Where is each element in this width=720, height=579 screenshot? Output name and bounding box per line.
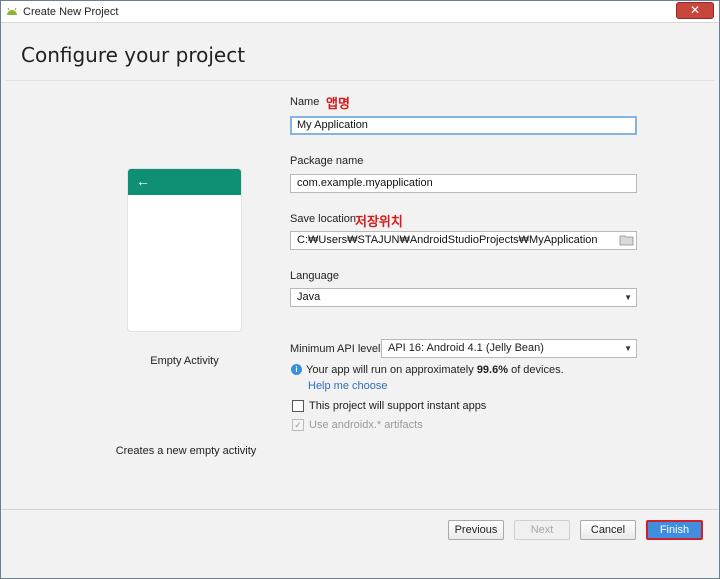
close-button[interactable]: ✕ (676, 2, 714, 19)
template-description: Creates a new empty activity (115, 445, 257, 457)
name-annotation: 앱명 (326, 97, 350, 112)
title-bar: Create New Project ✕ (1, 1, 719, 23)
package-name-label: Package name (290, 155, 364, 167)
info-icon: i (291, 364, 302, 375)
coverage-prefix: Your app will run on approximately (306, 364, 477, 376)
template-preview: ← (127, 168, 242, 332)
min-api-value: API 16: Android 4.1 (Jelly Bean) (388, 342, 544, 354)
androidx-checkbox: ✓ (292, 419, 304, 431)
close-icon: ✕ (689, 3, 701, 17)
androidx-label: Use androidx.* artifacts (309, 419, 423, 431)
template-name: Empty Activity (150, 355, 219, 367)
finish-button[interactable]: Finish (646, 520, 703, 540)
package-name-field[interactable]: com.example.myapplication (290, 174, 637, 193)
instant-apps-label: This project will support instant apps (309, 400, 487, 412)
dialog-window: Create New Project ✕ Configure your proj… (0, 0, 720, 579)
name-label: Name (290, 96, 320, 108)
coverage-suffix: of devices. (508, 364, 564, 376)
folder-icon[interactable] (619, 234, 634, 246)
preview-app-bar: ← (128, 169, 241, 195)
cancel-button[interactable]: Cancel (580, 520, 636, 540)
save-location-annotation: 저장위치 (355, 215, 403, 230)
help-me-choose-link[interactable]: Help me choose (308, 380, 388, 392)
min-api-label: Minimum API level (290, 343, 381, 355)
save-location-value: C:₩Users₩STAJUN₩AndroidStudioProjects₩My… (297, 234, 598, 246)
window-title: Create New Project (23, 6, 119, 18)
language-label: Language (290, 270, 339, 282)
device-coverage-text: Your app will run on approximately 99.6%… (306, 364, 564, 376)
min-api-select[interactable]: API 16: Android 4.1 (Jelly Bean) ▼ (381, 339, 637, 358)
chevron-down-icon: ▼ (624, 344, 632, 353)
back-arrow-icon: ← (136, 173, 150, 189)
save-location-field[interactable]: C:₩Users₩STAJUN₩AndroidStudioProjects₩My… (290, 231, 637, 250)
android-icon (7, 7, 17, 15)
save-location-label: Save location (290, 213, 357, 225)
previous-button[interactable]: Previous (448, 520, 504, 540)
coverage-percent: 99.6% (476, 364, 509, 376)
page-title: Configure your project (21, 43, 246, 67)
language-value: Java (297, 291, 321, 303)
instant-apps-checkbox[interactable] (292, 400, 304, 412)
chevron-down-icon: ▼ (624, 293, 632, 302)
button-bar: Previous Next Cancel Finish (1, 509, 719, 578)
language-select[interactable]: Java ▼ (290, 288, 637, 307)
next-button[interactable]: Next (514, 520, 570, 540)
name-field[interactable]: My Application (290, 116, 637, 135)
wizard-header: Configure your project (6, 27, 714, 81)
wizard-content: Configure your project ← Empty Activity … (6, 27, 714, 535)
